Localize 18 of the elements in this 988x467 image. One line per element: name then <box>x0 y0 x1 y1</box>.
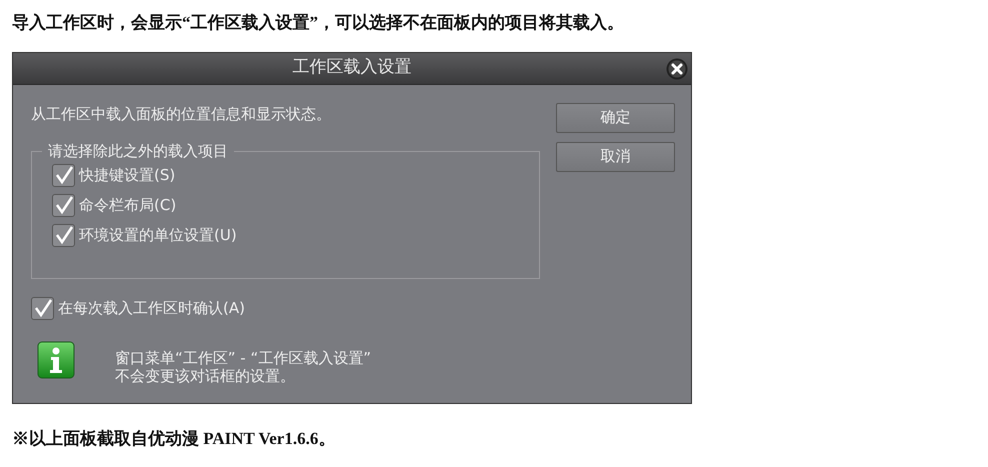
info-text: 不会变更该对话框的设置。 <box>115 367 296 385</box>
checkbox[interactable] <box>52 224 75 246</box>
checkbox-label: 在每次载入工作区时确认(A) <box>58 298 245 319</box>
window-title: 工作区载入设置 <box>292 56 412 80</box>
checkbox-label: 命令栏布局(C) <box>79 194 176 216</box>
info-icon <box>37 341 75 379</box>
description-text: 从工作区中载入面板的位置信息和显示状态。 <box>31 104 332 124</box>
checkbox[interactable] <box>31 296 54 320</box>
checkbox[interactable] <box>52 194 75 216</box>
dialog-button[interactable]: 确定 <box>556 102 675 132</box>
info-text: 窗口菜单“工作区” - “工作区载入设置” <box>115 349 372 367</box>
footnote-text: ※以上面板截取自优动漫 PAINT Ver1.6.6。 <box>12 428 336 450</box>
checkbox[interactable] <box>52 164 75 186</box>
checkbox-label: 环境设置的单位设置(U) <box>79 224 237 246</box>
heading-text: 导入工作区时，会显示“工作区载入设置”，可以选择不在面板内的项目将其载入。 <box>12 12 625 34</box>
close-icon[interactable] <box>666 58 688 80</box>
checkbox-label: 快捷键设置(S) <box>79 164 176 186</box>
dialog-button[interactable]: 取消 <box>556 142 675 172</box>
